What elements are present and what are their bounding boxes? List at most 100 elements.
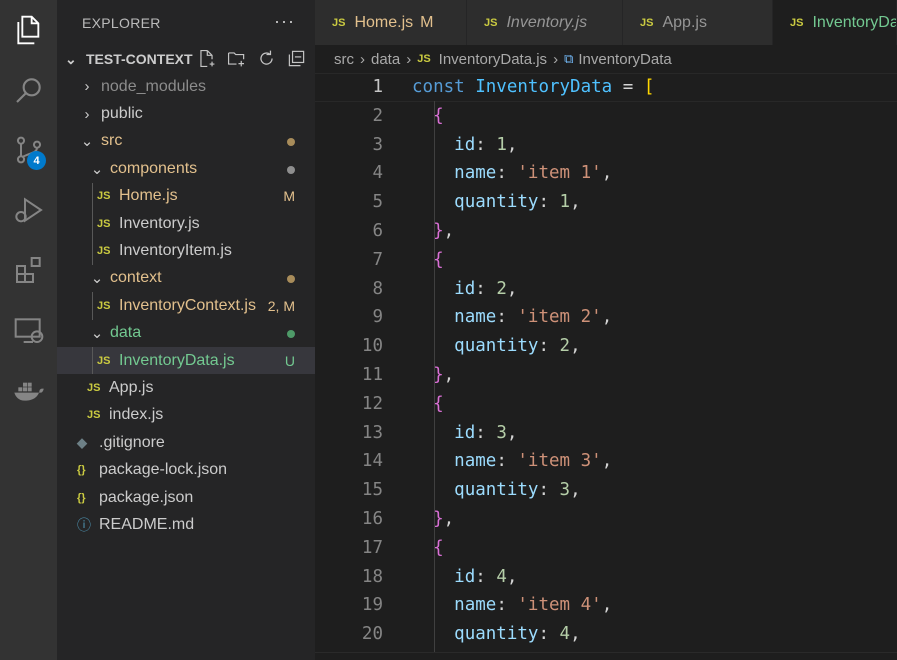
chevron-down-icon: ⌄ [80, 133, 94, 151]
code-line: quantity: 2, [454, 336, 581, 357]
line-number: 1 [372, 77, 383, 97]
breadcrumb-src[interactable]: src [334, 51, 354, 68]
js-file-icon: JS [97, 190, 111, 203]
code-line: }, [433, 364, 455, 385]
line-number: 16 [361, 508, 383, 529]
tree-label: src [101, 132, 123, 150]
code-line: { [433, 393, 444, 414]
js-file-icon: JS [417, 53, 431, 65]
code-line: id: 4, [454, 566, 518, 587]
chevron-right-icon: › [406, 50, 412, 68]
refresh-icon[interactable] [255, 47, 277, 69]
line-number: 3 [372, 134, 383, 155]
git-status: M [283, 188, 295, 205]
extensions-icon[interactable] [0, 242, 57, 298]
run-debug-icon[interactable] [0, 182, 57, 238]
git-status: 2, M [267, 297, 295, 314]
tree-file-inventory[interactable]: JS Inventory.js [57, 209, 315, 238]
tab-app[interactable]: JS App.js [623, 0, 773, 45]
code-line: { [433, 537, 444, 558]
tab-label: Home.js [354, 13, 414, 31]
js-file-icon: JS [484, 16, 498, 29]
js-file-icon: JS [97, 245, 111, 258]
json-file-icon: {} [77, 464, 86, 477]
tree-file-gitignore[interactable]: ◆ .gitignore [57, 429, 315, 456]
breadcrumb-data[interactable]: data [371, 51, 400, 68]
code-area[interactable]: const InventoryData = [ { id: 1, name: '… [412, 73, 655, 655]
tree-label: public [101, 105, 143, 123]
code-line: quantity: 4, [454, 624, 581, 645]
code-line: { [433, 249, 444, 270]
modified-dot [287, 161, 295, 177]
js-file-icon: JS [87, 409, 101, 422]
indent-guide [92, 209, 93, 238]
chevron-down-icon: ⌄ [65, 50, 77, 67]
tree-file-home[interactable]: JS Home.js M [57, 182, 315, 210]
breadcrumb-file[interactable]: InventoryData.js [439, 51, 547, 68]
line-number: 8 [372, 278, 383, 299]
tree-folder-public[interactable]: › public [57, 100, 315, 127]
tree-label: InventoryItem.js [119, 242, 232, 260]
explorer-icon[interactable] [0, 2, 57, 58]
tree-file-inventory-context[interactable]: JS InventoryContext.js 2, M [57, 292, 315, 320]
tree-label: node_modules [101, 77, 206, 95]
line-number: 10 [361, 336, 383, 357]
breadcrumb: src › data › JS InventoryData.js › ⧉ Inv… [315, 45, 897, 73]
indent-guide [92, 182, 93, 210]
chevron-down-icon: ⌄ [90, 160, 104, 178]
horizontal-scrollbar[interactable] [315, 652, 897, 660]
tree-folder-context[interactable]: ⌄ context [57, 265, 315, 292]
explorer-sidebar: EXPLORER ··· ⌄ TEST-CONTEXT › node_modul… [57, 0, 315, 660]
tree-file-package[interactable]: {} package.json [57, 484, 315, 511]
tree-folder-components[interactable]: ⌄ components [57, 155, 315, 182]
tree-label: InventoryData.js [119, 351, 235, 369]
js-file-icon: JS [97, 354, 111, 367]
tree-folder-data[interactable]: ⌄ data [57, 320, 315, 347]
tree-label: package.json [99, 488, 194, 506]
line-number: 4 [372, 163, 383, 184]
tree-label: InventoryContext.js [119, 296, 256, 314]
remote-explorer-icon[interactable] [0, 302, 57, 358]
docker-icon[interactable] [0, 362, 57, 418]
more-actions-icon[interactable]: ··· [274, 11, 295, 32]
tree-folder-src[interactable]: ⌄ src [57, 128, 315, 155]
tree-file-readme[interactable]: ⓘ README.md [57, 511, 315, 538]
chevron-right-icon: › [84, 78, 90, 96]
file-tree: › node_modules › public ⌄ src ⌄ componen… [57, 73, 315, 539]
code-editor[interactable]: 1 2 3 4 5 6 7 8 9 10 11 12 13 14 15 16 17 18 19 20 const In… [315, 73, 897, 655]
info-icon: ⓘ [77, 516, 91, 533]
code-line: name: 'item 4', [454, 595, 613, 616]
breadcrumb-symbol[interactable]: InventoryData [578, 51, 671, 68]
tree-folder-node-modules[interactable]: › node_modules [57, 73, 315, 100]
code-line: id: 1, [454, 134, 518, 155]
tree-file-inventory-data[interactable]: JS InventoryData.js U [57, 346, 315, 375]
line-number: 17 [361, 537, 383, 558]
modified-dot [287, 133, 295, 149]
tab-inventory-data[interactable]: JS InventoryData.js [773, 0, 897, 45]
tree-file-app[interactable]: JS App.js [57, 374, 315, 401]
tree-file-index[interactable]: JS index.js [57, 402, 315, 429]
search-icon[interactable] [0, 62, 57, 118]
collapse-all-icon[interactable] [285, 47, 307, 69]
line-number: 5 [372, 192, 383, 213]
tab-inventory[interactable]: JS Inventory.js [467, 0, 623, 45]
line-number: 9 [372, 307, 383, 328]
js-file-icon: JS [332, 16, 346, 29]
js-file-icon: JS [97, 217, 111, 230]
line-number: 12 [361, 393, 383, 414]
code-line: name: 'item 3', [454, 451, 613, 472]
line-number: 13 [361, 422, 383, 443]
new-folder-icon[interactable] [225, 47, 247, 69]
code-line: name: 'item 2', [454, 307, 613, 328]
code-line: quantity: 1, [454, 192, 581, 213]
tree-file-package-lock[interactable]: {} package-lock.json [57, 456, 315, 483]
tree-label: .gitignore [99, 433, 165, 451]
source-control-icon[interactable] [0, 122, 57, 178]
tab-home[interactable]: JS Home.js M [315, 0, 467, 45]
tree-file-inventory-item[interactable]: JS InventoryItem.js [57, 237, 315, 265]
new-file-icon[interactable] [195, 47, 217, 69]
project-name: TEST-CONTEXT [86, 51, 193, 67]
line-number: 18 [361, 566, 383, 587]
tree-label: data [110, 324, 142, 342]
code-line-declaration: const InventoryData = [ [412, 77, 655, 97]
